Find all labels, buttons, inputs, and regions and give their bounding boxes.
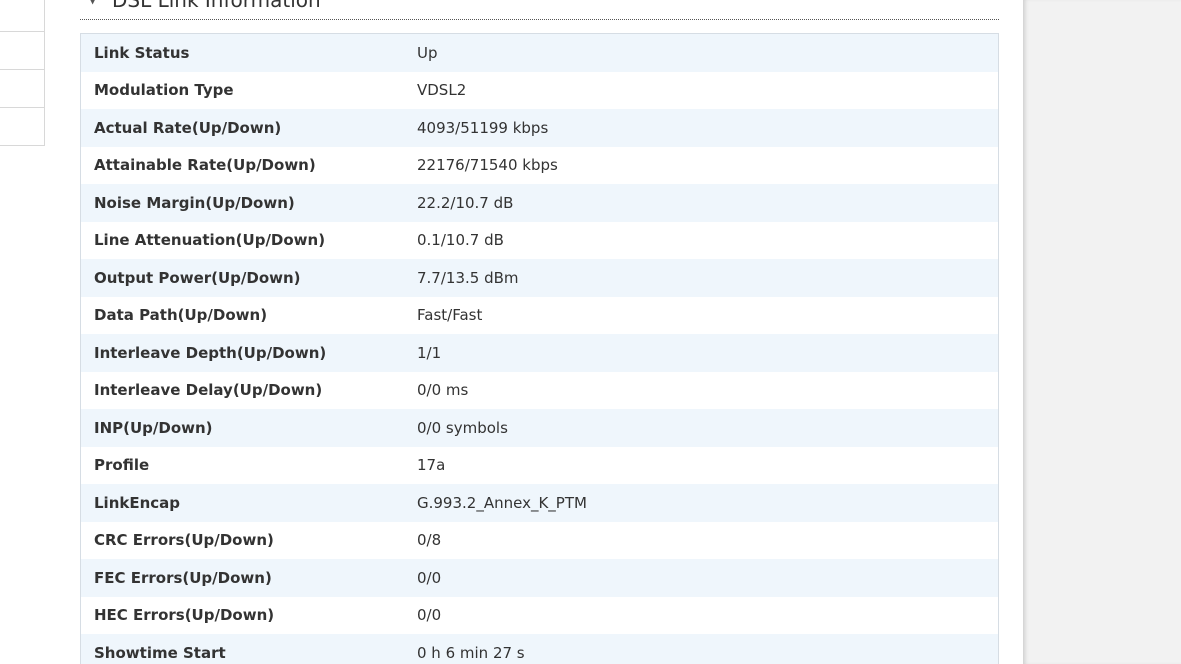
row-label: Modulation Type [94,81,234,100]
table-row: Link Status Up [81,34,998,72]
row-value: 22.2/10.7 dB [417,193,514,212]
row-value: 4093/51199 kbps [417,118,549,137]
table-row: Interleave Depth(Up/Down) 1/1 [81,334,998,372]
table-row: Actual Rate(Up/Down) 4093/51199 kbps [81,109,998,147]
row-value: VDSL2 [417,81,467,100]
nav-item[interactable] [0,108,44,146]
row-label: Output Power(Up/Down) [94,268,301,287]
row-value: 0 h 6 min 27 s [417,643,525,662]
left-nav [0,0,45,146]
nav-item[interactable] [0,70,44,108]
row-label: Data Path(Up/Down) [94,306,268,325]
row-value: 0/0 [417,606,442,625]
table-row: Profile 17a [81,446,998,484]
row-value: 7.7/13.5 dBm [417,268,519,287]
row-value: 0/0 ms [417,381,469,400]
table-row: Interleave Delay(Up/Down) 0/0 ms [81,371,998,409]
table-row: Line Attenuation(Up/Down) 0.1/10.7 dB [81,221,998,259]
row-value: 1/1 [417,343,442,362]
row-label: INP(Up/Down) [94,418,213,437]
page: ▼ DSL Link Information Link Status Up Modu… [0,0,1181,664]
row-value: G.993.2_Annex_K_PTM [417,493,587,512]
table-row: Attainable Rate(Up/Down) 22176/71540 kbps [81,146,998,184]
row-label: HEC Errors(Up/Down) [94,606,275,625]
table-row: HEC Errors(Up/Down) 0/0 [81,596,998,634]
table-row: INP(Up/Down) 0/0 symbols [81,409,998,447]
dsl-info-table: Link Status Up Modulation Type VDSL2 Actual … [80,33,999,664]
row-label: Link Status [94,43,190,62]
row-value: 17a [417,456,446,475]
row-value: 0/8 [417,531,442,550]
table-row: LinkEncap G.993.2_Annex_K_PTM [81,484,998,522]
row-value: 0/0 symbols [417,418,508,437]
row-value: 0.1/10.7 dB [417,231,504,250]
table-row: Noise Margin(Up/Down) 22.2/10.7 dB [81,184,998,222]
row-value: Fast/Fast [417,306,483,325]
table-row: Showtime Start 0 h 6 min 27 s [81,634,998,664]
row-label: FEC Errors(Up/Down) [94,568,272,587]
row-label: Profile [94,456,150,475]
row-label: Actual Rate(Up/Down) [94,118,282,137]
row-label: Noise Margin(Up/Down) [94,193,295,212]
row-label: Interleave Delay(Up/Down) [94,381,323,400]
row-label: Attainable Rate(Up/Down) [94,156,316,175]
right-panel-background [1023,0,1181,664]
row-label: Line Attenuation(Up/Down) [94,231,326,250]
section-header[interactable]: ▼ DSL Link Information [80,0,999,20]
row-value: 22176/71540 kbps [417,156,558,175]
row-value: Up [417,43,438,62]
table-row: FEC Errors(Up/Down) 0/0 [81,559,998,597]
table-row: Output Power(Up/Down) 7.7/13.5 dBm [81,259,998,297]
table-row: Modulation Type VDSL2 [81,71,998,109]
nav-item[interactable] [0,32,44,70]
row-value: 0/0 [417,568,442,587]
table-row: Data Path(Up/Down) Fast/Fast [81,296,998,334]
row-label: LinkEncap [94,493,181,512]
triangle-down-icon[interactable]: ▼ [88,0,97,6]
table-row: CRC Errors(Up/Down) 0/8 [81,521,998,559]
row-label: Showtime Start [94,643,226,662]
nav-item[interactable] [0,0,44,32]
section-title: DSL Link Information [112,0,321,12]
row-label: Interleave Depth(Up/Down) [94,343,327,362]
row-label: CRC Errors(Up/Down) [94,531,274,550]
